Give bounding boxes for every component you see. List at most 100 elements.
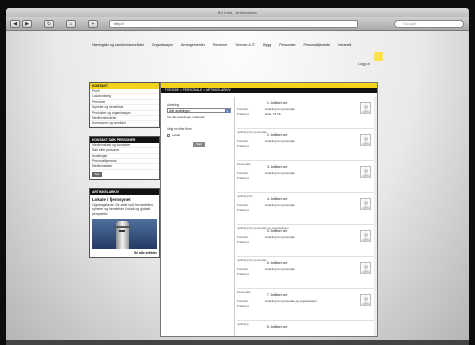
entry-label: Publisert: [237, 208, 249, 212]
entry-value: Avdeling for personale: [265, 267, 295, 271]
entry-value: Avdeling for personale: [265, 139, 295, 143]
entry-label: Publisert: [237, 240, 249, 244]
article-entry[interactable]: Avdeling for personale 6. Artikkel om Fo…: [237, 257, 375, 289]
back-button[interactable]: ◀: [10, 20, 20, 28]
logout-link[interactable]: Logg ut: [358, 62, 370, 66]
column-divider: [234, 97, 235, 336]
entry-value: Avdeling for personale og organisasjon: [265, 299, 317, 303]
entry-label: Forfatter: [237, 267, 249, 271]
nav-item[interactable]: Intranett: [338, 43, 351, 47]
lighthouse-tower: [114, 220, 131, 249]
entry-value: Avdeling for personale: [265, 203, 295, 207]
nav-item[interactable]: Bygg: [263, 43, 271, 47]
forward-button[interactable]: ▶: [22, 20, 32, 28]
news-image[interactable]: [92, 218, 157, 249]
main-panel: FORSIDE > PERSONALE > ARTIKKELARKIV Avde…: [160, 82, 378, 337]
sidebar: KONTAKT Profil Lokalordning Personer Nyh…: [89, 82, 160, 266]
department-select[interactable]: Alle avdelinger ▾: [167, 108, 231, 113]
news-title[interactable]: Lokale i fjernsynet: [90, 195, 159, 203]
entry-title[interactable]: 1. Artikkel om: [267, 101, 287, 105]
show-all-link[interactable]: Vis alle avdelinger i kalender: [167, 115, 231, 119]
entry-title[interactable]: 5. Artikkel om: [267, 229, 287, 233]
entry-category: Personale: [237, 162, 251, 166]
article-entry[interactable]: Avdeling for personale og organisasjon 5…: [237, 225, 375, 257]
avatar: [360, 294, 371, 306]
department-select-value: Alle avdelinger: [169, 109, 190, 113]
local-checkbox-row[interactable]: Lokalt: [167, 133, 231, 137]
entry-value: Avdeling for personale: [265, 171, 295, 175]
sidebar-search: Søk: [90, 170, 159, 179]
check-title: Velg en eller flere: [167, 127, 192, 131]
home-button[interactable]: ⌂: [66, 20, 76, 28]
add-bookmark-button[interactable]: +: [88, 20, 98, 28]
app-window: BV Intra - Artikkelarkiv ◀ ▶ ↻ ⌂ + http:…: [0, 0, 475, 345]
entry-label: Forfatter: [237, 171, 249, 175]
avatar: [360, 230, 371, 242]
chevron-down-icon: ▾: [225, 109, 230, 113]
entry-title[interactable]: 4. Artikkel om: [267, 197, 287, 201]
article-entry[interactable]: 1. Artikkel om Forfatter Avdeling for pe…: [237, 97, 375, 129]
nav-item[interactable]: Personer: [213, 43, 228, 47]
breadcrumb: FORSIDE > PERSONALE > ARTIKKELARKIV: [161, 88, 377, 93]
entry-category: Avdeling for personale og organisasjon: [237, 226, 289, 230]
news-box: ARTIKKELARKIV Lokale i fjernsynet Oppsla…: [89, 187, 160, 258]
address-bar[interactable]: http://: [109, 20, 358, 28]
entry-category: Avdeling for personale: [237, 258, 267, 262]
article-entry[interactable]: Avdeling for 4. Artikkel om Forfatter Av…: [237, 193, 375, 225]
entry-label: Forfatter: [237, 235, 249, 239]
entry-category: Avdeling for: [237, 194, 253, 198]
entry-label: Publisert: [237, 144, 249, 148]
entry-title[interactable]: 2. Artikkel om: [267, 133, 287, 137]
entry-label: Forfatter: [237, 107, 249, 111]
entry-label: Forfatter: [237, 139, 249, 143]
entry-label: Forfatter: [237, 203, 249, 207]
local-checkbox[interactable]: [167, 133, 170, 137]
avatar: [360, 262, 371, 274]
entry-category: [237, 97, 375, 98]
avatar: [360, 198, 371, 210]
article-entry[interactable]: Personale 7. Artikkel om Forfatter Avdel…: [237, 289, 375, 321]
sidebar-box-contact: KONTAKT Profil Lokalordning Personer Nyh…: [89, 82, 160, 128]
nav-item[interactable]: Næringsliv og samfunnsområdet: [92, 43, 144, 47]
sidebar-box-people-search: KONTAKT SØK PERSONER Medlemsliste og kon…: [89, 135, 160, 180]
entry-label: Forfatter: [237, 299, 249, 303]
sidebar-item[interactable]: Kommuner og områder: [90, 121, 159, 127]
entry-value: Dato: 15.06: [265, 112, 281, 116]
article-entry[interactable]: Avdeling 8. Artikkel om: [237, 321, 375, 336]
see-all-articles-link[interactable]: Se alle artikler: [90, 249, 159, 257]
avatar: [360, 102, 371, 114]
entry-value: Avdeling for personale: [265, 107, 295, 111]
filter-search-button[interactable]: Søk: [193, 142, 205, 147]
nav-item[interactable]: Arrangementer: [181, 43, 205, 47]
article-entry[interactable]: Avdeling for personale 2. Artikkel om Fo…: [237, 129, 375, 161]
nav-item[interactable]: Organisasjon: [152, 43, 173, 47]
browser-toolbar: ◀ ▶ ↻ ⌂ + http:// Google: [6, 17, 469, 31]
entry-title[interactable]: 8. Artikkel om: [267, 325, 287, 329]
entry-label: Publisert: [237, 304, 249, 308]
article-entry[interactable]: Personale 3. Artikkel om Forfatter Avdel…: [237, 161, 375, 193]
avatar: [360, 166, 371, 178]
entry-title[interactable]: 3. Artikkel om: [267, 165, 287, 169]
page-viewport: Næringsliv og samfunnsområdet Organisasj…: [6, 31, 469, 340]
entry-title[interactable]: 6. Artikkel om: [267, 261, 287, 265]
entry-category: Avdeling for personale: [237, 130, 267, 134]
avatar: [360, 134, 371, 146]
entry-label: Publisert: [237, 112, 249, 116]
window-title: BV Intra - Artikkelarkiv: [6, 8, 469, 17]
nav-item[interactable]: Personaltjeneste: [303, 43, 330, 47]
article-list: 1. Artikkel om Forfatter Avdeling for pe…: [237, 97, 375, 336]
nav-item[interactable]: Service & IT: [236, 43, 256, 47]
reload-button[interactable]: ↻: [44, 20, 54, 28]
entry-label: Publisert: [237, 176, 249, 180]
search-input[interactable]: Google: [394, 20, 464, 28]
entry-category: Avdeling: [237, 322, 249, 326]
entry-category: Personale: [237, 290, 251, 294]
sidebar-search-button[interactable]: Søk: [92, 171, 102, 177]
filter-panel: Avdeling Alle avdelinger ▾ Vis alle avde…: [167, 103, 231, 147]
scrollbar[interactable]: [374, 97, 377, 336]
status-bar: [6, 340, 469, 345]
nav-item[interactable]: Personale: [279, 43, 295, 47]
logo-icon[interactable]: [374, 52, 383, 61]
entry-title[interactable]: 7. Artikkel om: [267, 293, 287, 297]
top-navigation: Næringsliv og samfunnsområdet Organisasj…: [92, 43, 351, 47]
